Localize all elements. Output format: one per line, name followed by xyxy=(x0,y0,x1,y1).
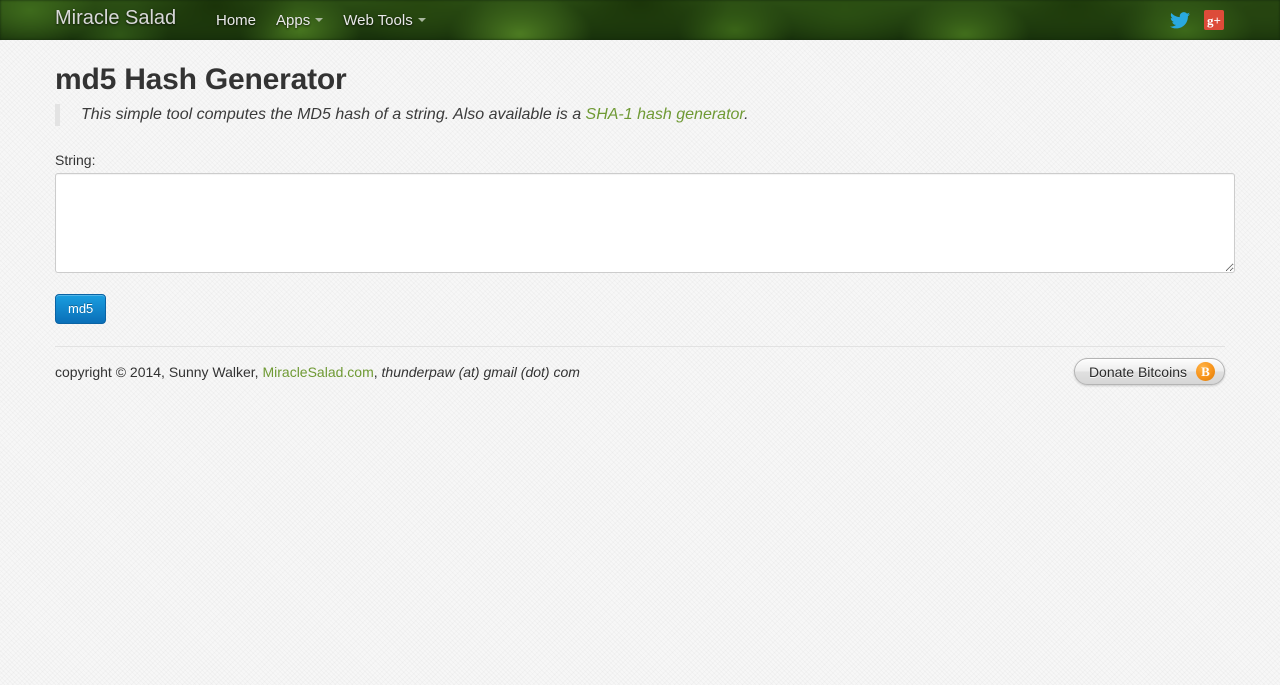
page-title: md5 Hash Generator xyxy=(55,63,347,96)
copyright-text: copyright © 2014, Sunny Walker, MiracleS… xyxy=(55,363,580,382)
chevron-down-icon xyxy=(315,18,324,22)
nav-item-apps-label: Apps xyxy=(276,11,311,29)
lead-description-text: This simple tool computes the MD5 hash o… xyxy=(81,104,1225,126)
string-field-label: String: xyxy=(55,152,96,168)
contact-email: thunderpaw (at) gmail (dot) com xyxy=(381,364,580,380)
copyright-separator: , xyxy=(373,364,382,380)
google-plus-icon[interactable]: g+ xyxy=(1204,10,1224,30)
nav-item-apps[interactable]: Apps xyxy=(266,0,333,40)
navbar-inner: Miracle Salad Home Apps Web Tools g+ xyxy=(0,0,1280,40)
nav-social-links: g+ xyxy=(1170,0,1224,40)
bitcoin-icon: B xyxy=(1196,362,1215,381)
footer-divider xyxy=(55,346,1225,347)
nav-item-web-tools[interactable]: Web Tools xyxy=(333,0,436,40)
nav-links: Home Apps Web Tools xyxy=(206,0,436,40)
copyright-prefix: copyright © 2014, Sunny Walker, xyxy=(55,364,263,380)
nav-item-home[interactable]: Home xyxy=(206,0,266,40)
page-footer: copyright © 2014, Sunny Walker, MiracleS… xyxy=(55,358,1225,398)
donate-bitcoins-button[interactable]: Donate Bitcoins B xyxy=(1073,358,1225,385)
lead-text-after: . xyxy=(744,106,749,123)
nav-item-web-tools-label: Web Tools xyxy=(343,11,413,29)
lead-description: This simple tool computes the MD5 hash o… xyxy=(55,104,1225,126)
hash-form: String: md5 xyxy=(55,151,1235,324)
donate-bitcoins-label: Donate Bitcoins xyxy=(1088,363,1187,380)
twitter-icon[interactable] xyxy=(1170,11,1190,29)
brand-link[interactable]: Miracle Salad xyxy=(55,7,176,30)
top-navbar: Miracle Salad Home Apps Web Tools g+ xyxy=(0,0,1280,40)
chevron-down-icon xyxy=(417,18,426,22)
md5-submit-button[interactable]: md5 xyxy=(55,294,107,324)
sha1-generator-link[interactable]: SHA-1 hash generator xyxy=(586,106,745,123)
page-container: md5 Hash Generator This simple tool comp… xyxy=(0,40,1280,398)
lead-text-before: This simple tool computes the MD5 hash o… xyxy=(81,106,586,123)
string-input[interactable] xyxy=(55,173,1235,273)
nav-item-home-label: Home xyxy=(216,11,257,29)
miraclesalad-link[interactable]: MiracleSalad.com xyxy=(262,364,373,380)
